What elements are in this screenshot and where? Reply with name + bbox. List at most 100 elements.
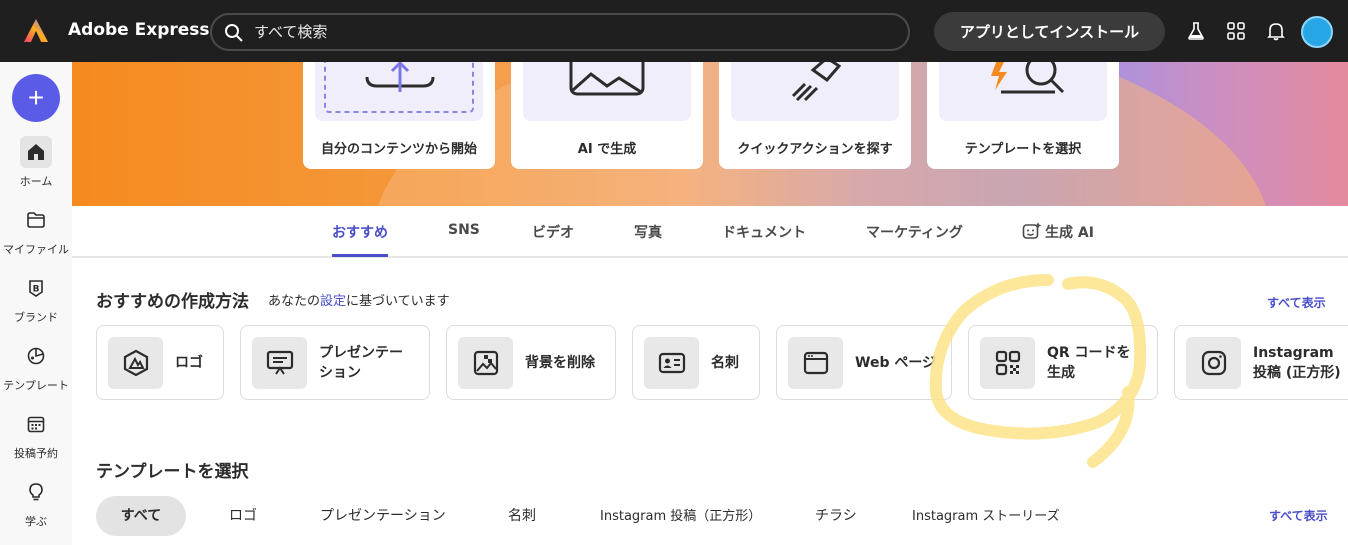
tab-video[interactable]: ビデオ — [532, 222, 574, 242]
adobe-express-logo[interactable] — [22, 17, 50, 45]
choose-template-card[interactable]: テンプレートを選択 — [927, 62, 1119, 169]
sidebar-item-label: 学ぶ — [25, 515, 47, 528]
sidebar-item-my-files[interactable]: マイファイル — [0, 204, 72, 264]
qr-code-card[interactable]: QR コードを 生成 — [968, 325, 1158, 400]
bulb-icon — [29, 483, 43, 501]
hero-banner — [72, 62, 1348, 206]
sidebar-item-learn[interactable]: 学ぶ — [0, 476, 72, 536]
card-icon-box — [252, 337, 307, 389]
category-tabs: おすすめ SNS ビデオ 写真 ドキュメント マーケティング 生成 AI — [72, 206, 1348, 258]
card-label: 背景を削除 — [525, 354, 595, 371]
upload-icon — [324, 62, 474, 113]
card-thumbnail — [731, 62, 899, 121]
sidebar-item-label: ブランド — [14, 311, 58, 324]
web-page-card[interactable]: Web ページ — [776, 325, 952, 400]
card-icon-box — [458, 337, 513, 389]
brand-icon: B — [29, 280, 43, 297]
generate-with-ai-card[interactable]: AI で生成 — [511, 62, 703, 169]
calendar-icon — [27, 416, 45, 433]
quick-actions-card[interactable]: クイックアクションを探す — [719, 62, 911, 169]
card-icon-box — [980, 337, 1035, 389]
card-label: プレゼンテー ション — [319, 344, 403, 381]
active-tab-indicator — [332, 254, 388, 257]
home-icon — [28, 144, 44, 160]
tab-generative-ai[interactable]: 生成 AI — [1022, 222, 1094, 242]
card-label: 名刺 — [711, 354, 739, 371]
generative-ai-icon — [1022, 222, 1042, 239]
card-label: QR コードを 生成 — [1047, 344, 1131, 381]
remove-background-card[interactable]: 背景を削除 — [446, 325, 616, 400]
sidebar: + ホーム マイファイル B ブランド テンプレート 投稿予約 学ぶ — [0, 62, 72, 545]
remove-background-icon — [473, 350, 498, 376]
qr-code-icon — [995, 350, 1020, 376]
svg-text:B: B — [33, 285, 40, 295]
template-filter-instagram-post[interactable]: Instagram 投稿（正方形） — [600, 505, 761, 524]
rocket-icon — [791, 62, 842, 102]
card-label: ロゴ — [175, 354, 203, 371]
card-icon-box — [788, 337, 843, 389]
sidebar-item-label: 投稿予約 — [14, 447, 58, 460]
start-from-content-card[interactable]: 自分のコンテンツから開始 — [303, 62, 495, 169]
template-filter-flyer[interactable]: チラシ — [815, 505, 857, 525]
business-card-icon — [658, 352, 685, 374]
instagram-icon — [1201, 350, 1226, 376]
templates-title: テンプレートを選択 — [96, 462, 249, 482]
create-button[interactable]: + — [12, 74, 60, 122]
bell-icon[interactable] — [1266, 21, 1286, 41]
avatar[interactable] — [1301, 16, 1333, 48]
template-filter-logo[interactable]: ロゴ — [229, 505, 257, 525]
install-app-button[interactable]: アプリとしてインストール — [934, 12, 1165, 51]
template-filter-business-card[interactable]: 名刺 — [508, 505, 536, 525]
sidebar-item-home[interactable]: ホーム — [0, 136, 72, 196]
card-label: クイックアクションを探す — [737, 142, 893, 157]
logo-card[interactable]: ロゴ — [96, 325, 224, 400]
card-icon-box — [108, 337, 163, 389]
card-label: テンプレートを選択 — [964, 142, 1082, 157]
template-filter-instagram-stories[interactable]: Instagram ストーリーズ — [912, 505, 1060, 524]
card-label: Instagram 投稿 (正方形) — [1253, 344, 1341, 381]
search-bar[interactable] — [210, 13, 910, 51]
card-thumbnail — [315, 62, 483, 121]
card-thumbnail — [523, 62, 691, 121]
logo-icon — [123, 349, 148, 377]
apps-grid-icon[interactable] — [1226, 21, 1246, 41]
card-thumbnail — [939, 62, 1107, 121]
recommended-title: おすすめの作成方法 — [96, 292, 249, 312]
tab-recommended[interactable]: おすすめ — [332, 222, 388, 242]
templates-see-all-link[interactable]: すべて表示 — [1269, 507, 1328, 524]
flask-icon[interactable] — [1186, 21, 1206, 41]
template-filter-presentation[interactable]: プレゼンテーション — [320, 505, 446, 525]
tab-sns[interactable]: SNS — [448, 222, 480, 238]
tab-marketing[interactable]: マーケティング — [866, 222, 963, 242]
tab-photo[interactable]: 写真 — [634, 222, 662, 242]
folder-icon — [27, 212, 45, 228]
recommended-subtitle: あなたの設定に基づいています — [268, 294, 450, 309]
search-icon — [225, 24, 243, 42]
card-icon-box — [1186, 337, 1241, 389]
card-label: AI で生成 — [577, 142, 637, 157]
instagram-post-card[interactable]: Instagram 投稿 (正方形) — [1174, 325, 1348, 400]
recommended-see-all-link[interactable]: すべて表示 — [1267, 294, 1326, 311]
template-filter-all[interactable]: すべて — [96, 496, 186, 536]
image-icon — [569, 62, 645, 96]
sidebar-item-schedule[interactable]: 投稿予約 — [0, 408, 72, 468]
card-label: Web ページ — [855, 354, 937, 371]
card-label: 自分のコンテンツから開始 — [320, 142, 477, 157]
sidebar-item-label: テンプレート — [3, 379, 69, 392]
app-name[interactable]: Adobe Express — [68, 20, 210, 40]
sidebar-item-label: マイファイル — [3, 243, 69, 256]
sidebar-item-templates[interactable]: テンプレート — [0, 340, 72, 400]
webpage-icon — [803, 351, 828, 375]
search-input[interactable] — [254, 19, 894, 45]
sidebar-item-brand[interactable]: B ブランド — [0, 272, 72, 332]
settings-link[interactable]: 設定 — [320, 294, 346, 309]
search-template-icon — [991, 62, 1065, 94]
top-bar: Adobe Express アプリとしてインストール — [0, 0, 1348, 62]
tab-document[interactable]: ドキュメント — [722, 222, 806, 242]
business-card-card[interactable]: 名刺 — [632, 325, 760, 400]
presentation-icon — [266, 350, 293, 375]
sidebar-item-label: ホーム — [19, 175, 53, 188]
presentation-card[interactable]: プレゼンテー ション — [240, 325, 430, 400]
card-icon-box — [644, 337, 699, 389]
template-icon — [27, 347, 45, 365]
